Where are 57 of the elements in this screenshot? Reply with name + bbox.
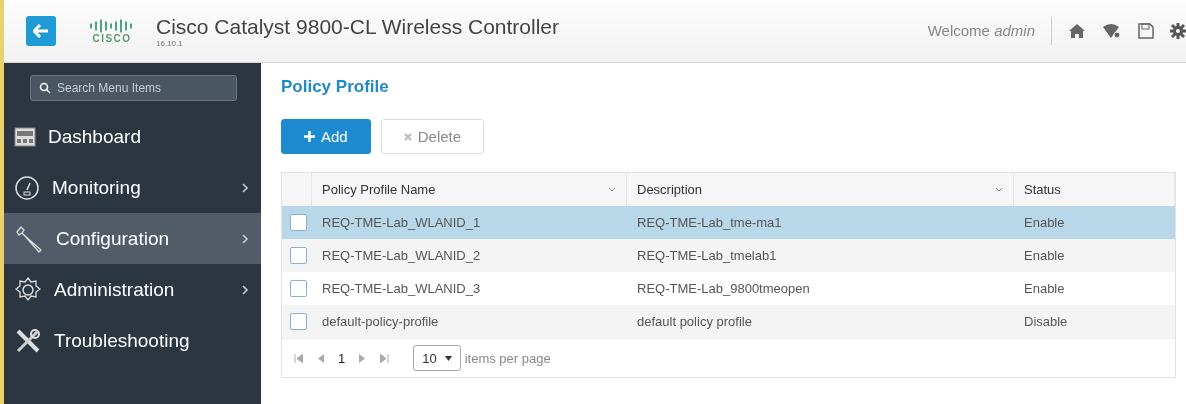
plus-icon <box>304 131 315 142</box>
row-checkbox[interactable] <box>290 313 307 330</box>
table-cell-text: REQ-TME-Lab_tmelab1 <box>636 248 778 263</box>
table-cell-text: Disable <box>1023 314 1069 329</box>
app-title: Cisco Catalyst 9800-CL Wireless Controller <box>156 14 560 39</box>
back-arrow-icon <box>33 24 49 38</box>
table-cell-text: default-policy-profile <box>321 314 440 329</box>
sidebar-item[interactable]: Dashboard <box>4 111 261 162</box>
menu-label: Troubleshooting <box>54 329 191 352</box>
save-icon[interactable] <box>1138 23 1154 39</box>
logo-bars-icon <box>89 18 135 33</box>
sidebar-item[interactable]: Administration <box>4 264 261 315</box>
add-button[interactable]: Add <box>281 119 371 154</box>
sidebar-item[interactable]: Monitoring <box>4 162 261 213</box>
table-cell-text: REQ-TME-Lab_tme-ma1 <box>636 215 783 230</box>
row-checkbox[interactable] <box>290 247 307 264</box>
table-cell-text: default policy profile <box>636 314 753 329</box>
settings-icon[interactable] <box>1170 23 1186 39</box>
table-cell-text: Enable <box>1023 248 1066 263</box>
table-cell-text: Enable <box>1023 281 1066 296</box>
dashboard-icon <box>14 125 36 148</box>
tools-icon <box>14 326 42 355</box>
table-row[interactable]: REQ-TME-Lab_WLANID_2 REQ-TME-Lab_tmelab1 Enable <box>282 239 1175 272</box>
version-text: 16.10.1 <box>156 38 184 48</box>
home-icon[interactable] <box>1068 23 1086 39</box>
logo-text: CISCO <box>92 32 132 44</box>
gauge-icon <box>14 174 40 201</box>
close-icon <box>403 132 412 141</box>
first-page-icon[interactable] <box>294 353 303 363</box>
page-title: Policy Profile <box>281 77 390 97</box>
table-cell-text: REQ-TME-Lab_WLANID_3 <box>321 281 482 296</box>
row-checkbox[interactable] <box>290 280 307 297</box>
wifi-gear-icon[interactable] <box>1102 23 1122 39</box>
previous-page-icon[interactable] <box>317 353 324 363</box>
items-per-page-label: items per page <box>464 350 551 366</box>
search-field[interactable]: Search Menu Items <box>30 75 237 101</box>
last-page-icon[interactable] <box>380 353 390 363</box>
menu-label: Monitoring <box>52 176 142 199</box>
welcome-text: Welcome admin <box>927 17 1052 45</box>
menu-label: Configuration <box>56 227 171 250</box>
caret-icon <box>444 355 452 361</box>
back-button[interactable] <box>26 16 56 46</box>
table-cell-text: REQ-TME-Lab_WLANID_1 <box>321 215 482 230</box>
page-number[interactable]: 1 <box>338 350 346 366</box>
sidebar-item[interactable]: Troubleshooting <box>4 315 261 366</box>
sidebar-item[interactable]: Configuration <box>4 213 261 264</box>
table-cell-text: REQ-TME-Lab_9800tmeopen <box>636 281 811 296</box>
search-icon <box>39 82 51 94</box>
next-page-icon[interactable] <box>359 353 367 363</box>
menu-label: Dashboard <box>48 125 142 148</box>
page-size-dropdown[interactable]: 10 <box>413 345 461 371</box>
menu-label: Administration <box>54 278 176 301</box>
table-row[interactable]: default-policy-profile default policy profile Disable <box>282 305 1175 338</box>
table-row[interactable]: REQ-TME-Lab_WLANID_1 REQ-TME-Lab_tme-ma1 Enable <box>282 206 1175 239</box>
table-cell-text: REQ-TME-Lab_WLANID_2 <box>321 248 482 263</box>
row-checkbox[interactable] <box>290 214 307 231</box>
table-cell-text: Enable <box>1023 215 1066 230</box>
